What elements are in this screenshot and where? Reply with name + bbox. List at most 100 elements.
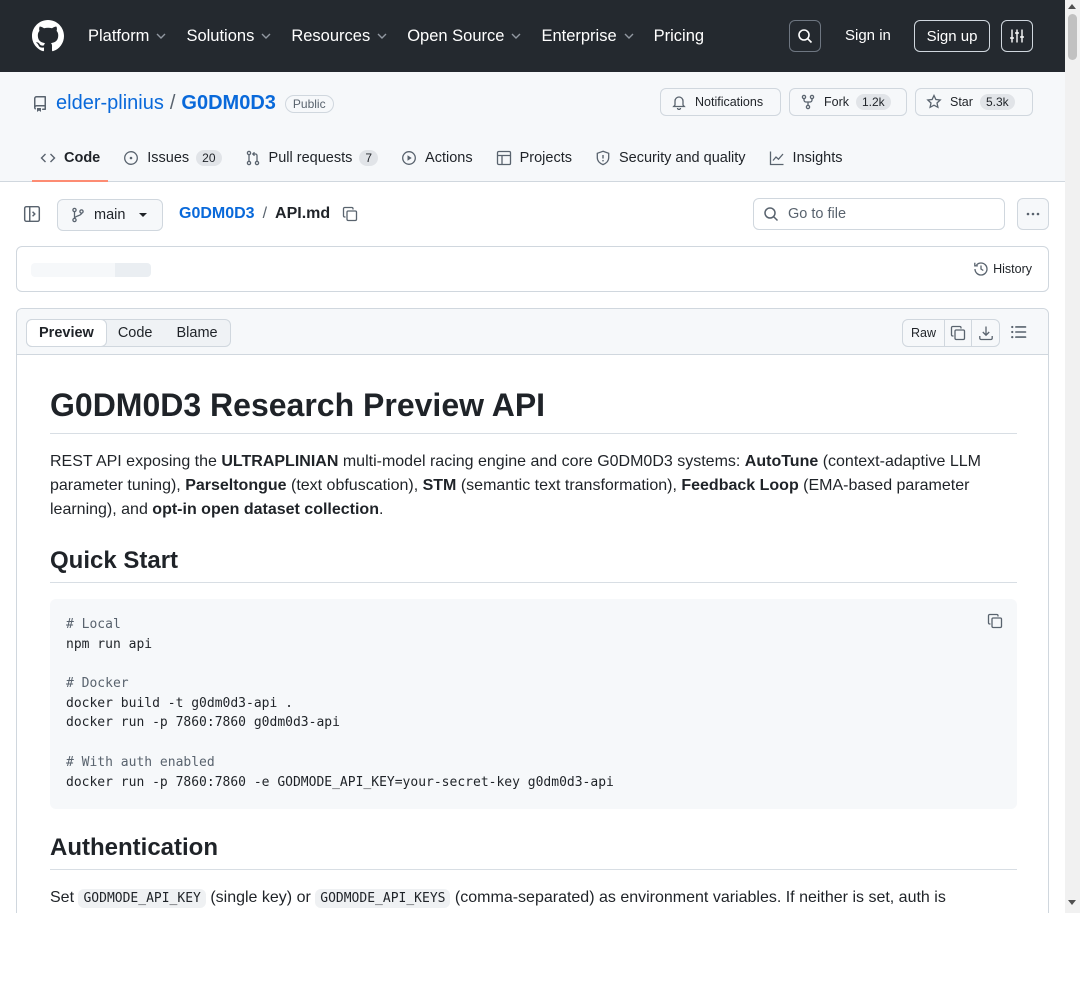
tab-code[interactable]: Code xyxy=(32,140,109,182)
star-icon xyxy=(926,94,942,109)
branch-selector[interactable]: main xyxy=(57,199,163,231)
tab-actions[interactable]: Actions xyxy=(393,140,481,176)
search-button[interactable] xyxy=(789,20,821,52)
repo-title-separator: / xyxy=(169,92,176,114)
page-viewport: Platform Solutions Resources Open Source Ent… xyxy=(0,0,1080,913)
search-icon xyxy=(798,29,813,44)
blank-area xyxy=(0,913,1080,1000)
sliders-icon xyxy=(1010,29,1024,43)
intro-text: (semantic text transformation), xyxy=(456,477,682,494)
tab-label: Insights xyxy=(792,150,843,166)
scroll-thumb[interactable] xyxy=(1068,14,1077,60)
history-label: History xyxy=(993,262,1032,276)
history-button[interactable]: History xyxy=(973,261,1032,277)
chevron-down-icon xyxy=(511,33,521,39)
command-palette-button[interactable] xyxy=(1001,20,1033,52)
tab-security-and-quality[interactable]: Security and quality xyxy=(587,140,754,176)
repo-icon xyxy=(33,95,46,112)
graph-icon xyxy=(769,151,784,166)
raw-button[interactable]: Raw xyxy=(903,320,946,346)
go-to-file-input[interactable]: Go to file xyxy=(753,198,1005,230)
star-button[interactable]: Star 5.3k xyxy=(915,88,1033,116)
outline-list-icon[interactable] xyxy=(1010,323,1028,341)
tab-counter: 20 xyxy=(196,150,222,166)
repo-tabs: Code Issues 20 Pull requests 7 Actions Project… xyxy=(32,140,858,182)
auth-paragraph: Set GODMODE_API_KEY (single key) or GODM… xyxy=(50,886,1017,911)
mode-code[interactable]: Code xyxy=(106,320,165,346)
bold-term: ULTRAPLINIAN xyxy=(221,453,339,470)
kebab-horizontal-icon xyxy=(1026,212,1040,216)
tab-label: Pull requests xyxy=(268,150,353,166)
sign-up-button[interactable]: Sign up xyxy=(914,20,990,52)
auth-text-post: (comma-separated) as environment variabl… xyxy=(450,889,946,906)
file-viewer: Preview Code Blame Raw G0DM0D3 Research Pr… xyxy=(16,308,1049,913)
code-comment-line: # Docker xyxy=(66,676,129,692)
copy-icon xyxy=(950,325,966,341)
chevron-down-icon xyxy=(261,33,271,39)
breadcrumb-separator: / xyxy=(262,205,268,222)
tab-label: Actions xyxy=(425,150,473,166)
sidebar-expand-icon[interactable] xyxy=(23,205,41,223)
repo-name-link[interactable]: G0DM0D3 xyxy=(181,92,275,115)
tab-label: Security and quality xyxy=(619,150,746,166)
inline-code-api-key: GODMODE_API_KEY xyxy=(78,889,206,908)
tab-issues[interactable]: Issues 20 xyxy=(115,140,229,176)
history-icon xyxy=(974,262,988,276)
intro-text: multi-model racing engine and core G0DM0… xyxy=(338,453,745,470)
github-logo-icon[interactable] xyxy=(32,20,64,52)
latest-commit-box: History xyxy=(16,246,1049,292)
sign-in-link[interactable]: Sign in xyxy=(845,27,891,44)
global-nav: Platform Solutions Resources Open Source Ent… xyxy=(88,0,723,72)
page-scrollbar[interactable] xyxy=(1065,0,1080,913)
tab-pull-requests[interactable]: Pull requests 7 xyxy=(237,140,387,176)
nav-item-label: Open Source xyxy=(407,26,505,45)
nav-item-pricing[interactable]: Pricing xyxy=(654,27,704,46)
intro-text: . xyxy=(378,501,384,518)
nav-item-solutions[interactable]: Solutions xyxy=(186,27,272,46)
tab-projects[interactable]: Projects xyxy=(488,140,580,176)
repo-title: elder-plinius / G0DM0D3 Public xyxy=(32,92,334,115)
caret-down-icon xyxy=(139,213,148,217)
mode-preview[interactable]: Preview xyxy=(26,319,107,347)
copy-code-icon[interactable] xyxy=(987,613,1003,629)
nav-item-label: Platform xyxy=(88,26,150,45)
nav-item-label: Enterprise xyxy=(541,26,617,45)
nav-item-platform[interactable]: Platform xyxy=(88,27,167,46)
search-icon xyxy=(764,207,779,222)
intro-text: (text obfuscation), xyxy=(286,477,423,494)
chevron-down-icon xyxy=(156,33,166,39)
branch-name: main xyxy=(94,207,126,223)
copy-path-icon[interactable] xyxy=(342,206,358,222)
breadcrumb-repo-link[interactable]: G0DM0D3 xyxy=(179,205,255,223)
intro-text: REST API exposing the xyxy=(50,453,222,470)
star-count: 5.3k xyxy=(979,94,1015,110)
bold-term: AutoTune xyxy=(744,453,819,470)
nav-item-enterprise[interactable]: Enterprise xyxy=(541,27,634,46)
nav-item-label: Pricing xyxy=(653,26,705,45)
fork-count: 1.2k xyxy=(856,94,891,110)
nav-item-resources[interactable]: Resources xyxy=(291,27,388,46)
fork-label: Fork xyxy=(824,95,849,109)
table-icon xyxy=(496,150,511,166)
mode-blame[interactable]: Blame xyxy=(165,320,230,346)
code-line: docker build -t g0dm0d3-api . xyxy=(66,695,293,711)
more-options-button[interactable] xyxy=(1017,198,1049,230)
repo-header: elder-plinius / G0DM0D3 Public Notificat… xyxy=(0,72,1065,182)
inline-code-api-keys: GODMODE_API_KEYS xyxy=(315,889,451,908)
download-raw-button[interactable] xyxy=(972,320,999,346)
copy-raw-button[interactable] xyxy=(945,320,973,346)
pull-request-icon xyxy=(246,150,259,166)
global-header: Platform Solutions Resources Open Source Ent… xyxy=(0,0,1065,72)
markdown-body: G0DM0D3 Research Preview API REST API ex… xyxy=(50,373,1017,911)
play-icon xyxy=(402,151,416,165)
scroll-down-arrow-icon[interactable] xyxy=(1068,900,1076,905)
scroll-up-arrow-icon[interactable] xyxy=(1068,4,1076,9)
repo-owner-link[interactable]: elder-plinius xyxy=(56,92,164,115)
notifications-button[interactable]: Notifications xyxy=(660,88,781,116)
issue-icon xyxy=(124,151,139,165)
nav-item-open-source[interactable]: Open Source xyxy=(407,27,522,46)
tab-insights[interactable]: Insights xyxy=(761,140,851,176)
fork-button[interactable]: Fork 1.2k xyxy=(789,88,907,116)
chevron-down-icon xyxy=(377,33,387,39)
